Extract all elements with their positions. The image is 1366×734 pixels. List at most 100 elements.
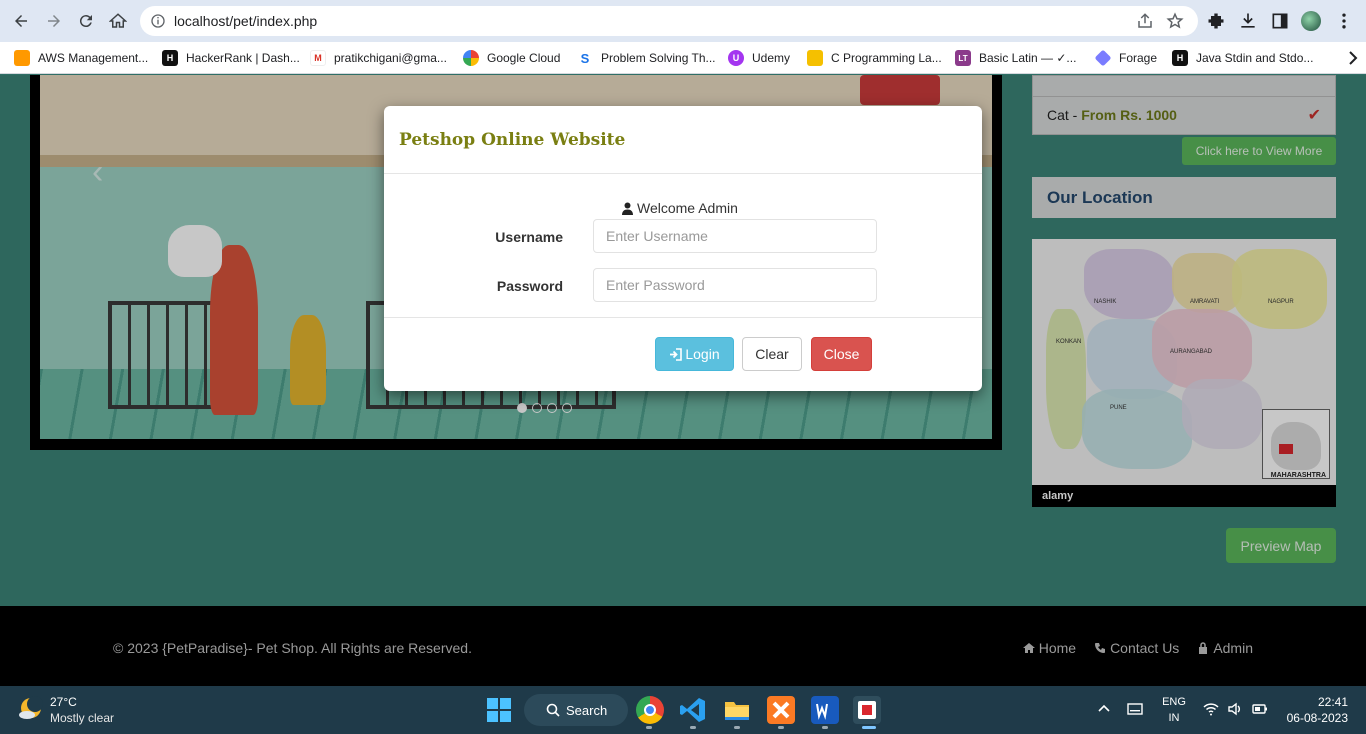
welcome-text: Welcome Admin — [637, 200, 738, 216]
password-label: Password — [496, 278, 563, 294]
clock-time[interactable]: 22:41 — [1318, 695, 1348, 709]
info-icon — [151, 14, 165, 28]
bookmark-hackerrank[interactable]: H HackerRank | Dash... — [162, 49, 300, 67]
close-button[interactable]: Close — [811, 337, 872, 371]
username-input[interactable] — [593, 219, 877, 253]
unicode-table-icon: LT — [955, 50, 971, 66]
home-icon — [109, 13, 127, 28]
footer-link-contact[interactable]: Contact Us — [1094, 640, 1179, 656]
language-bottom[interactable]: IN — [1160, 712, 1188, 724]
bookmark-label: Forage — [1119, 51, 1158, 65]
c-programming-icon — [807, 50, 823, 66]
home-icon — [1022, 643, 1035, 653]
udemy-icon: U — [728, 50, 744, 66]
bookmarks-bar: AWS Management... H HackerRank | Dash...… — [0, 42, 1366, 74]
bookmark-label: HackerRank | Dash... — [186, 51, 300, 65]
sign-in-icon — [670, 347, 683, 361]
login-button-label: Login — [685, 346, 720, 362]
aws-icon — [14, 50, 30, 66]
chevron-up-icon[interactable] — [1095, 700, 1113, 718]
google-cloud-icon — [463, 50, 479, 66]
bookmark-label: C Programming La... — [831, 51, 942, 65]
chevron-right-icon[interactable] — [1348, 50, 1358, 66]
moon-cloud-icon[interactable] — [18, 696, 44, 722]
bookmark-forage[interactable]: Forage — [1094, 49, 1158, 67]
download-icon[interactable] — [1238, 11, 1258, 31]
browser-toolbar: localhost/pet/index.php — [0, 0, 1366, 42]
file-explorer-icon[interactable] — [723, 696, 751, 724]
bookmark-problem-solving[interactable]: S Problem Solving Th... — [577, 49, 716, 67]
footer-link-home[interactable]: Home — [1022, 640, 1077, 656]
reload-icon — [79, 15, 92, 28]
weather-description: Mostly clear — [50, 711, 115, 725]
extensions-icon[interactable] — [1206, 11, 1226, 31]
bookmark-basic-latin[interactable]: LT Basic Latin — ✓... — [955, 49, 1076, 67]
modal-footer-divider — [384, 317, 982, 318]
running-indicator — [822, 726, 828, 729]
home-button[interactable] — [106, 9, 130, 33]
footer-links: Home Contact Us Admin — [1022, 640, 1253, 656]
wifi-icon[interactable] — [1202, 700, 1220, 718]
hackerrank-icon: H — [1172, 50, 1188, 66]
profile-avatar[interactable] — [1301, 11, 1321, 31]
search-label: Search — [566, 702, 608, 718]
language-top[interactable]: ENG — [1160, 696, 1188, 708]
bookmark-label: Udemy — [752, 51, 791, 65]
search-icon — [546, 703, 560, 717]
username-label: Username — [495, 229, 563, 245]
bookmark-java-stdin[interactable]: H Java Stdin and Stdo... — [1172, 49, 1313, 67]
display-icon[interactable] — [1126, 700, 1144, 718]
footer-link-label: Home — [1038, 640, 1077, 656]
forage-icon — [1094, 49, 1112, 67]
word-icon[interactable] — [811, 696, 839, 724]
share-icon[interactable] — [1136, 12, 1154, 30]
site-footer: © 2023 {PetParadise}- Pet Shop. All Righ… — [0, 606, 1366, 686]
footer-link-admin[interactable]: Admin — [1197, 640, 1253, 656]
forward-button[interactable] — [42, 9, 66, 33]
footer-link-label: Admin — [1213, 640, 1253, 656]
bookmark-label: Google Cloud — [487, 51, 561, 65]
xampp-icon[interactable] — [767, 696, 795, 724]
taskbar-search-button[interactable]: Search — [524, 694, 628, 726]
bookmark-label: AWS Management... — [38, 51, 149, 65]
bookmark-google-cloud[interactable]: Google Cloud — [463, 49, 560, 67]
gmail-icon: M — [310, 50, 326, 66]
bookmark-label: Java Stdin and Stdo... — [1196, 51, 1314, 65]
menu-dots-icon[interactable] — [1334, 11, 1354, 31]
battery-icon[interactable] — [1251, 700, 1269, 718]
login-modal: Petshop Online Website Welcome Admin Use… — [384, 106, 982, 391]
bookmark-aws[interactable]: AWS Management... — [14, 49, 148, 67]
clock-date[interactable]: 06-08-2023 — [1287, 711, 1348, 725]
vscode-icon[interactable] — [679, 696, 707, 724]
s-logo-icon: S — [577, 50, 593, 66]
bookmark-gmail[interactable]: M pratikchigani@gma... — [310, 49, 447, 67]
back-button[interactable] — [9, 9, 33, 33]
arrow-left-icon — [15, 15, 27, 27]
snipping-tool-icon[interactable] — [853, 696, 881, 724]
modal-header: Petshop Online Website — [384, 106, 982, 174]
footer-link-label: Contact Us — [1110, 640, 1180, 656]
bookmark-label: Problem Solving Th... — [601, 51, 716, 65]
bookmark-label: pratikchigani@gma... — [334, 51, 447, 65]
arrow-right-icon — [48, 15, 60, 27]
password-input[interactable] — [593, 268, 877, 302]
active-indicator — [862, 726, 876, 729]
weather-temperature: 27°C — [50, 695, 77, 709]
reload-button[interactable] — [74, 9, 98, 33]
copyright-text: © 2023 {PetParadise}- Pet Shop. All Righ… — [113, 640, 472, 656]
clear-button[interactable]: Clear — [742, 337, 802, 371]
windows-start-icon[interactable] — [485, 696, 513, 724]
login-button[interactable]: Login — [655, 337, 734, 371]
volume-icon[interactable] — [1226, 700, 1244, 718]
bookmark-udemy[interactable]: U Udemy — [728, 49, 790, 67]
modal-title: Petshop Online Website — [399, 130, 626, 150]
bookmark-star-icon[interactable] — [1166, 12, 1184, 30]
phone-icon — [1095, 643, 1106, 653]
welcome-message: Welcome Admin — [622, 200, 738, 216]
user-icon — [622, 202, 633, 215]
running-indicator — [734, 726, 740, 729]
chrome-icon[interactable] — [636, 696, 664, 724]
address-bar[interactable]: localhost/pet/index.php — [140, 6, 1198, 36]
side-panel-icon[interactable] — [1270, 11, 1290, 31]
bookmark-c-programming[interactable]: C Programming La... — [807, 49, 942, 67]
